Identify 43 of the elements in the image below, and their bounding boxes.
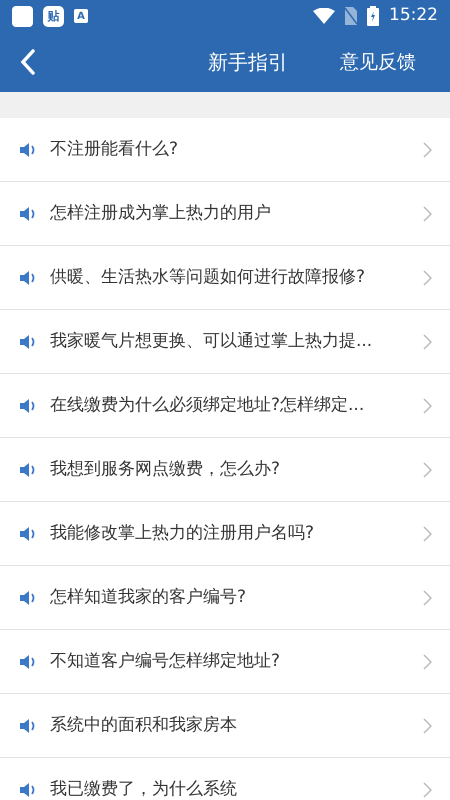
no-sim-icon [345, 7, 357, 25]
chevron-icon [423, 718, 432, 734]
chevron-icon [423, 206, 432, 222]
chevron-icon [423, 142, 432, 158]
question-text: 供暖、生活热水等问题如何进行故障报修? [50, 266, 366, 289]
question-text: 我已缴费了，为什么系统 [50, 778, 238, 800]
battery-icon [367, 6, 379, 26]
question-text: 我家暖气片想更换、可以通过掌上热力提... [50, 330, 374, 353]
question-row[interactable]: 怎样知道我家的客户编号? [0, 566, 450, 630]
question-row[interactable]: 我已缴费了，为什么系统 [0, 758, 450, 800]
question-text: 怎样注册成为掌上热力的用户 [50, 202, 272, 225]
feedback-button[interactable]: 意见反馈 [340, 48, 416, 76]
question-row[interactable]: 我能修改掌上热力的注册用户名吗? [0, 502, 450, 566]
question-row[interactable]: 供暖、生活热水等问题如何进行故障报修? [0, 246, 450, 310]
chevron-icon [423, 462, 432, 478]
chevron-icon [423, 526, 432, 542]
question-text: 不知道客户编号怎样绑定地址? [50, 650, 282, 673]
question-row[interactable]: 不知道客户编号怎样绑定地址? [0, 630, 450, 694]
question-row[interactable]: 在线缴费为什么必须绑定地址?怎样绑定... [0, 374, 450, 438]
clock-time: 15:22 [389, 4, 438, 28]
chevron-icon [423, 334, 432, 350]
question-text: 在线缴费为什么必须绑定地址?怎样绑定... [50, 394, 366, 417]
question-row[interactable]: 怎样注册成为掌上热力的用户 [0, 182, 450, 246]
question-text: 系统中的面积和我家房本 [50, 714, 238, 737]
notification-icon: 贴 [43, 6, 64, 26]
question-row[interactable]: 系统中的面积和我家房本 [0, 694, 450, 758]
question-row[interactable]: 我想到服务网点缴费，怎么办? [0, 438, 450, 502]
notification-icon: A [74, 9, 88, 23]
question-text: 怎样知道我家的客户编号? [50, 586, 248, 609]
back-icon[interactable] [20, 49, 36, 75]
notification-icon [12, 6, 33, 26]
question-row[interactable]: 我家暖气片想更换、可以通过掌上热力提... [0, 310, 450, 374]
chevron-icon [423, 590, 432, 606]
chevron-icon [423, 782, 432, 798]
chevron-icon [423, 270, 432, 286]
page-title: 新手指引 [208, 49, 288, 76]
wifi-icon [313, 8, 335, 24]
question-row[interactable]: 不注册能看什么? [0, 118, 450, 182]
chevron-icon [423, 654, 432, 670]
question-text: 不注册能看什么? [50, 138, 180, 161]
chevron-icon [423, 398, 432, 414]
question-text: 我能修改掌上热力的注册用户名吗? [50, 522, 316, 545]
question-text: 我想到服务网点缴费，怎么办? [50, 458, 282, 481]
